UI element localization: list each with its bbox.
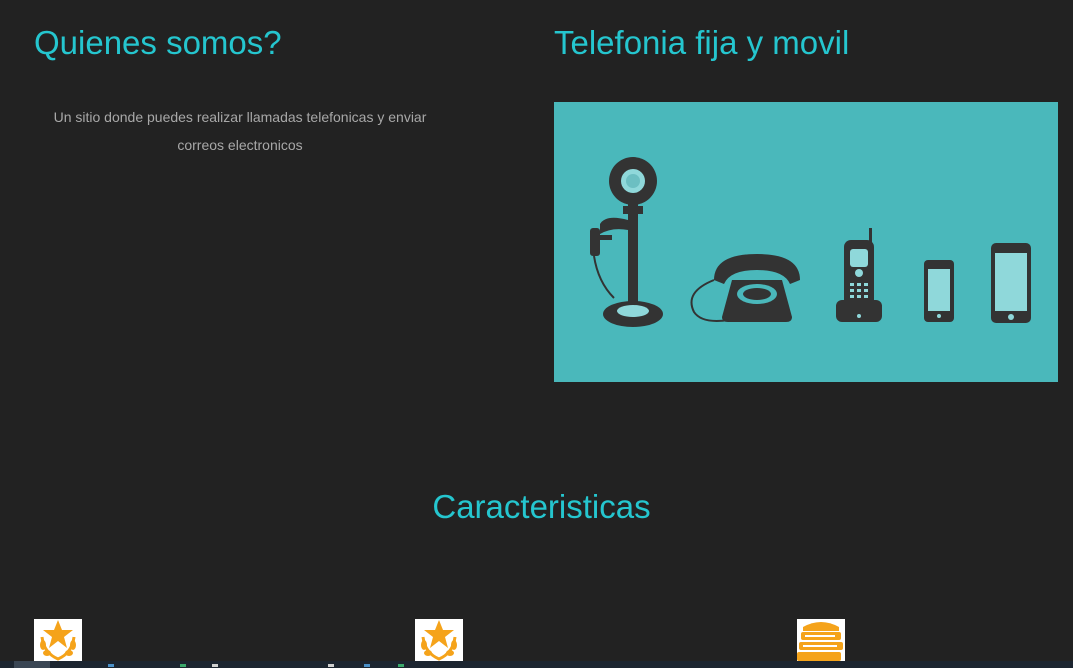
- taskbar-app-icon[interactable]: [180, 664, 186, 667]
- about-heading: Quienes somos?: [34, 24, 282, 61]
- candlestick-phone-icon: [590, 157, 663, 327]
- taskbar-app-icon[interactable]: [212, 664, 218, 667]
- taskbar-app-icon[interactable]: [328, 664, 334, 667]
- features-heading: Caracteristicas: [432, 488, 651, 525]
- page: Quienes somos? Un sitio donde puedes rea…: [0, 0, 1073, 668]
- phones-heading: Telefonia fija y movil: [554, 24, 850, 61]
- phone-evolution-illustration: [554, 102, 1058, 382]
- taskbar-app-icon[interactable]: [108, 664, 114, 667]
- small-smartphone-icon: [924, 260, 954, 322]
- start-button[interactable]: [14, 661, 50, 668]
- award-star-icon: [34, 619, 82, 661]
- taskbar-app-icon[interactable]: [364, 664, 370, 667]
- books-stack-icon: [797, 619, 845, 661]
- about-description: Un sitio donde puedes realizar llamadas …: [53, 109, 427, 153]
- taskbar: [0, 661, 1073, 668]
- award-star-icon: [415, 619, 463, 661]
- rotary-phone-icon: [690, 254, 800, 322]
- taskbar-app-icon[interactable]: [398, 664, 404, 667]
- large-smartphone-icon: [991, 243, 1031, 323]
- cordless-phone-icon: [836, 228, 882, 322]
